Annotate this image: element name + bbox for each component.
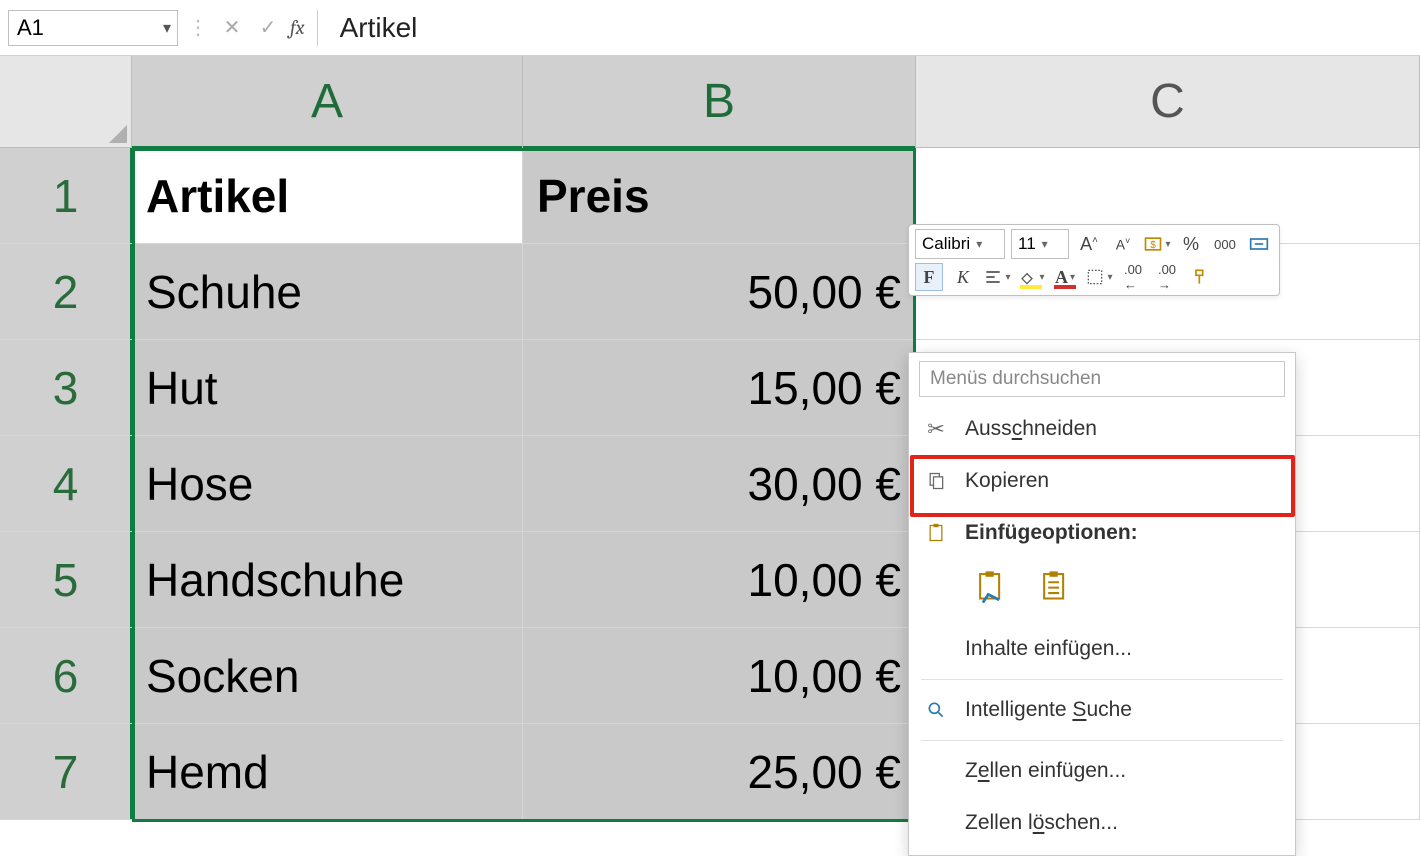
menu-paste-special-label: Inhalte einfügen... bbox=[965, 637, 1132, 661]
row-header[interactable]: 6 bbox=[0, 628, 132, 724]
menu-cut-label: Ausschneiden bbox=[965, 417, 1097, 441]
increase-font-icon[interactable]: A˄ bbox=[1075, 230, 1103, 258]
cell[interactable]: Artikel bbox=[132, 148, 523, 244]
column-header-c[interactable]: C bbox=[916, 56, 1420, 147]
cell[interactable]: Handschuhe bbox=[132, 532, 523, 628]
name-box[interactable]: A1 ▾ bbox=[8, 10, 178, 46]
clipboard-icon bbox=[923, 522, 949, 544]
cell[interactable]: 10,00 € bbox=[523, 628, 916, 724]
menu-copy[interactable]: Kopieren bbox=[909, 455, 1295, 507]
menu-delete-cells[interactable]: Zellen löschen... bbox=[909, 797, 1295, 849]
row-header[interactable]: 4 bbox=[0, 436, 132, 532]
cell[interactable]: 10,00 € bbox=[523, 532, 916, 628]
menu-cut[interactable]: ✂ Ausschneiden bbox=[909, 403, 1295, 455]
name-box-text: A1 bbox=[17, 15, 44, 41]
row-header[interactable]: 2 bbox=[0, 244, 132, 340]
font-name-select[interactable]: Calibri▾ bbox=[915, 229, 1005, 259]
paste-options-row bbox=[909, 559, 1295, 623]
font-color-icon[interactable]: A bbox=[1051, 263, 1079, 291]
font-size-value: 11 bbox=[1018, 234, 1036, 254]
cell[interactable]: Hut bbox=[132, 340, 523, 436]
row-header[interactable]: 7 bbox=[0, 724, 132, 820]
cell[interactable]: Schuhe bbox=[132, 244, 523, 340]
menu-insert-label: Zellen einfügen... bbox=[965, 759, 1126, 783]
cell[interactable]: Hose bbox=[132, 436, 523, 532]
accounting-format-icon[interactable]: $ bbox=[1143, 230, 1171, 258]
context-menu: Menüs durchsuchen ✂ Ausschneiden Kopiere… bbox=[908, 352, 1296, 856]
svg-text:$: $ bbox=[1151, 240, 1157, 251]
menu-paste-special[interactable]: Inhalte einfügen... bbox=[909, 623, 1295, 675]
font-name-value: Calibri bbox=[922, 234, 970, 254]
select-all-corner[interactable] bbox=[0, 56, 132, 147]
search-icon bbox=[923, 700, 949, 720]
menu-paste-options: Einfügeoptionen: bbox=[909, 507, 1295, 559]
separator: ⋮ bbox=[186, 15, 210, 40]
row-header[interactable]: 5 bbox=[0, 532, 132, 628]
format-painter-icon[interactable] bbox=[1187, 263, 1215, 291]
cell[interactable]: 50,00 € bbox=[523, 244, 916, 340]
row-header[interactable]: 1 bbox=[0, 148, 132, 244]
column-header-b[interactable]: B bbox=[523, 56, 916, 147]
menu-separator bbox=[921, 740, 1283, 741]
scissors-icon: ✂ bbox=[923, 417, 949, 442]
menu-smart-lookup[interactable]: Intelligente Suche bbox=[909, 684, 1295, 736]
mini-toolbar: Calibri▾ 11▾ A˄ A˅ $ % 000 F K A .00← bbox=[908, 224, 1280, 296]
percent-icon[interactable]: % bbox=[1177, 230, 1205, 258]
column-headers-row: A B C bbox=[0, 56, 1420, 148]
cancel-icon[interactable]: ✕ bbox=[218, 14, 246, 42]
cell[interactable]: 25,00 € bbox=[523, 724, 916, 820]
fx-label[interactable]: fx bbox=[290, 10, 318, 46]
merge-icon[interactable] bbox=[1245, 230, 1273, 258]
formula-bar: A1 ▾ ⋮ ✕ ✓ fx Artikel bbox=[0, 0, 1420, 56]
menu-separator bbox=[921, 679, 1283, 680]
cell[interactable]: 30,00 € bbox=[523, 436, 916, 532]
cell[interactable]: Preis bbox=[523, 148, 916, 244]
confirm-icon[interactable]: ✓ bbox=[254, 14, 282, 42]
chevron-down-icon[interactable]: ▾ bbox=[163, 18, 171, 38]
cell[interactable]: Socken bbox=[132, 628, 523, 724]
formula-input[interactable]: Artikel bbox=[326, 12, 1412, 44]
cell[interactable]: Hemd bbox=[132, 724, 523, 820]
menu-copy-label: Kopieren bbox=[965, 469, 1049, 493]
paste-values-button[interactable] bbox=[1033, 567, 1077, 611]
menu-smart-label: Intelligente Suche bbox=[965, 698, 1132, 722]
column-header-a[interactable]: A bbox=[132, 56, 523, 147]
borders-icon[interactable] bbox=[1085, 263, 1113, 291]
decrease-font-icon[interactable]: A˅ bbox=[1109, 230, 1137, 258]
cell[interactable]: 15,00 € bbox=[523, 340, 916, 436]
comma-icon[interactable]: 000 bbox=[1211, 230, 1239, 258]
decrease-decimal-icon[interactable]: .00← bbox=[1119, 263, 1147, 291]
paste-default-button[interactable] bbox=[969, 567, 1013, 611]
font-size-select[interactable]: 11▾ bbox=[1011, 229, 1069, 259]
italic-button[interactable]: K bbox=[949, 263, 977, 291]
bold-button[interactable]: F bbox=[915, 263, 943, 291]
align-icon[interactable] bbox=[983, 263, 1011, 291]
menu-search-placeholder: Menüs durchsuchen bbox=[930, 368, 1101, 390]
menu-search-input[interactable]: Menüs durchsuchen bbox=[919, 361, 1285, 397]
fill-color-icon[interactable] bbox=[1017, 263, 1045, 291]
menu-delete-label: Zellen löschen... bbox=[965, 811, 1118, 835]
copy-icon bbox=[923, 471, 949, 491]
increase-decimal-icon[interactable]: .00→ bbox=[1153, 263, 1181, 291]
row-header[interactable]: 3 bbox=[0, 340, 132, 436]
menu-insert-cells[interactable]: Zellen einfügen... bbox=[909, 745, 1295, 797]
menu-paste-options-label: Einfügeoptionen: bbox=[965, 521, 1138, 545]
